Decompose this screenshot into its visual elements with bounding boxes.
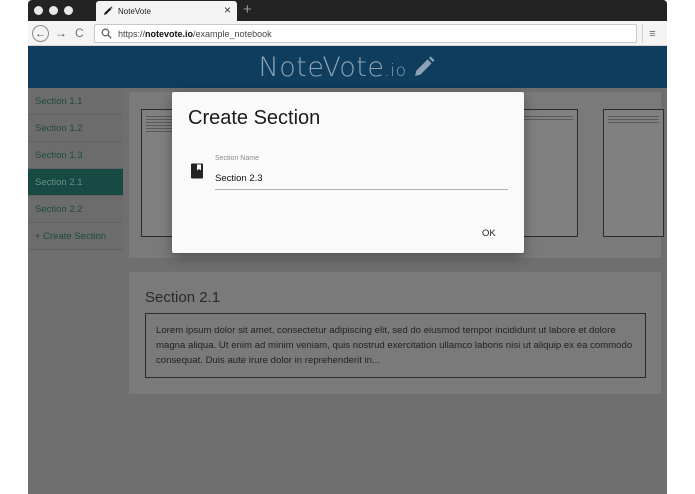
new-tab-button[interactable]: + — [243, 0, 252, 20]
hamburger-icon: ≡ — [649, 27, 656, 40]
brand-name: NoteVote — [258, 51, 385, 83]
tab-bar: NoteVote × + — [28, 0, 667, 21]
sidebar-item-label: Section 2.1 — [35, 176, 83, 188]
create-section-dialog: Create Section Section Name OK — [172, 92, 524, 253]
url-text: https://notevote.io/example_notebook — [118, 28, 272, 39]
section-name-input[interactable] — [215, 168, 508, 190]
section-sidebar: Section 1.1 Section 1.2 Section 1.3 Sect… — [28, 88, 123, 251]
tab-close-button[interactable]: × — [224, 3, 231, 17]
section-title: Section 2.1 — [145, 289, 221, 306]
create-section-label: + Create Section — [35, 230, 107, 242]
page-thumbnail[interactable] — [603, 109, 664, 237]
dialog-title: Create Section — [188, 107, 321, 129]
page-thumbnail[interactable] — [517, 109, 578, 237]
app-header: NoteVote .io — [28, 46, 667, 88]
sidebar-item-label: Section 1.3 — [35, 149, 83, 161]
section-name-label: Section Name — [215, 155, 259, 162]
forward-button[interactable]: → — [55, 25, 67, 42]
pencil-icon — [104, 6, 113, 15]
tab-notevote[interactable]: NoteVote × — [96, 1, 237, 21]
sidebar-item-section-1-3[interactable]: Section 1.3 — [28, 142, 123, 169]
tab-title: NoteVote — [118, 6, 151, 16]
browser-window: NoteVote × + ← → C https://notevote.io/e… — [28, 0, 667, 494]
window-controls — [34, 6, 73, 15]
brand-suffix: .io — [384, 60, 407, 81]
section-body[interactable]: Lorem ipsum dolor sit amet, consectetur … — [145, 313, 646, 378]
sidebar-item-label: Section 1.1 — [35, 95, 83, 107]
search-icon — [101, 28, 112, 39]
sidebar-item-section-2-2[interactable]: Section 2.2 — [28, 196, 123, 223]
section-card: Section 2.1 Lorem ipsum dolor sit amet, … — [129, 272, 661, 394]
arrow-left-icon: ← — [35, 27, 46, 40]
sidebar-item-section-1-2[interactable]: Section 1.2 — [28, 115, 123, 142]
address-bar: ← → C https://notevote.io/example_notebo… — [28, 21, 667, 46]
ok-button[interactable]: OK — [482, 228, 496, 239]
back-button[interactable]: ← — [32, 25, 49, 42]
notebook-icon — [191, 163, 203, 179]
reload-button[interactable]: C — [75, 25, 84, 42]
browser-menu-button[interactable]: ≡ — [642, 24, 662, 43]
pencil-icon — [415, 56, 436, 76]
close-window-button[interactable] — [34, 6, 43, 15]
sidebar-item-label: Section 2.2 — [35, 203, 83, 215]
sidebar-item-label: Section 1.2 — [35, 122, 83, 134]
create-section-button[interactable]: + Create Section — [28, 223, 123, 250]
sidebar-item-section-1-1[interactable]: Section 1.1 — [28, 88, 123, 115]
url-input[interactable]: https://notevote.io/example_notebook — [94, 24, 637, 43]
minimize-window-button[interactable] — [49, 6, 58, 15]
sidebar-item-section-2-1[interactable]: Section 2.1 — [28, 169, 123, 196]
maximize-window-button[interactable] — [64, 6, 73, 15]
brand-logo[interactable]: NoteVote .io — [259, 52, 437, 83]
